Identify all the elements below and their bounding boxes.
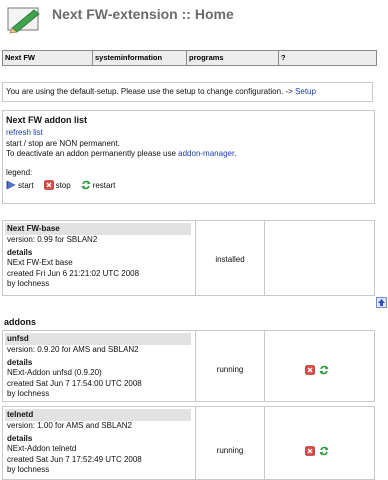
addon-actions-cell bbox=[265, 407, 374, 479]
base-status: installed bbox=[215, 255, 245, 264]
start-icon bbox=[6, 181, 16, 189]
addon-block-telnetd: telnetd version: 1.00 for AMS and SBLAN2… bbox=[2, 406, 375, 480]
legend: start stop restart bbox=[6, 180, 374, 190]
addon-name: unfsd bbox=[5, 333, 191, 345]
addon-author: by lochness bbox=[7, 465, 50, 474]
base-status-cell: installed bbox=[196, 221, 265, 295]
addon-version: version: 1.00 for AMS and SBLAN2 bbox=[7, 421, 132, 430]
addon-status: running bbox=[216, 365, 244, 374]
nav-programs[interactable]: programs bbox=[187, 51, 279, 65]
addon-status-cell: running bbox=[196, 331, 265, 401]
app-logo bbox=[7, 7, 40, 34]
notice-text: You are using the default-setup. Please … bbox=[6, 87, 293, 96]
default-setup-notice: You are using the default-setup. Please … bbox=[2, 82, 373, 102]
base-name: Next FW-base bbox=[5, 223, 191, 235]
legend-start: start bbox=[6, 180, 34, 190]
nav-help[interactable]: ? bbox=[279, 51, 376, 65]
non-permanent-note: start / stop are NON permanent. bbox=[6, 138, 120, 148]
addon-status-cell: running bbox=[196, 407, 265, 479]
deactivate-note-end: . bbox=[234, 149, 237, 158]
refresh-list-link[interactable]: refresh list bbox=[6, 128, 43, 137]
restart-icon bbox=[81, 180, 91, 190]
legend-restart: restart bbox=[81, 180, 115, 190]
addon-version: version: 0.9.20 for AMS and SBLAN2 bbox=[7, 345, 139, 354]
stop-icon bbox=[43, 180, 54, 190]
stop-icon[interactable] bbox=[305, 365, 315, 375]
addon-author: by lochness bbox=[7, 389, 50, 398]
addon-list-title: Next FW addon list bbox=[6, 115, 87, 125]
addon-created: created Sat Jun 7 17:52:49 UTC 2008 bbox=[7, 454, 142, 464]
restart-icon[interactable] bbox=[319, 365, 329, 375]
addon-block-unfsd: unfsd version: 0.9.20 for AMS and SBLAN2… bbox=[2, 330, 375, 402]
deactivate-note: To deactivate an addon permanently pleas… bbox=[6, 149, 176, 158]
addon-actions-cell bbox=[265, 331, 374, 401]
arrow-up-icon[interactable] bbox=[376, 297, 387, 308]
base-info-cell: Next FW-base version: 0.99 for SBLAN2 de… bbox=[3, 221, 196, 295]
addon-info-cell: unfsd version: 0.9.20 for AMS and SBLAN2… bbox=[3, 331, 196, 401]
base-block: Next FW-base version: 0.99 for SBLAN2 de… bbox=[2, 220, 375, 296]
base-description: NExt FW-Ext base bbox=[7, 258, 73, 267]
stop-icon[interactable] bbox=[305, 446, 315, 456]
addon-manager-link[interactable]: addon-manager bbox=[178, 149, 234, 158]
addon-details-label: details bbox=[7, 357, 33, 367]
nav-systeminformation[interactable]: systeminformation bbox=[93, 51, 187, 65]
addon-status: running bbox=[216, 446, 244, 455]
addons-heading: addons bbox=[4, 317, 37, 327]
setup-link[interactable]: Setup bbox=[295, 87, 316, 96]
base-version: version: 0.99 for SBLAN2 bbox=[7, 235, 98, 244]
base-details-label: details bbox=[7, 247, 33, 257]
base-author: by lochness bbox=[7, 279, 50, 288]
addon-details-label: details bbox=[7, 433, 33, 443]
restart-icon[interactable] bbox=[319, 446, 329, 456]
addon-description: NExt-Addon unfsd (0.9.20) bbox=[7, 368, 102, 377]
base-actions-cell bbox=[265, 221, 374, 295]
legend-label: legend: bbox=[6, 167, 33, 177]
addon-description: NExt-Addon telnetd bbox=[7, 444, 77, 453]
nav-next-fw[interactable]: Next FW bbox=[3, 51, 93, 65]
addon-name: telnetd bbox=[5, 409, 191, 421]
top-nav: Next FW systeminformation programs ? bbox=[2, 50, 377, 66]
legend-stop: stop bbox=[43, 180, 71, 190]
addon-info-cell: telnetd version: 1.00 for AMS and SBLAN2… bbox=[3, 407, 196, 479]
page-title: Next FW-extension :: Home bbox=[52, 6, 234, 22]
addon-list-panel: Next FW addon list refresh list start / … bbox=[2, 110, 375, 204]
base-created: created Fri Jun 6 21:21:02 UTC 2008 bbox=[7, 268, 140, 278]
addon-created: created Sat Jun 7 17:54:00 UTC 2008 bbox=[7, 378, 142, 388]
